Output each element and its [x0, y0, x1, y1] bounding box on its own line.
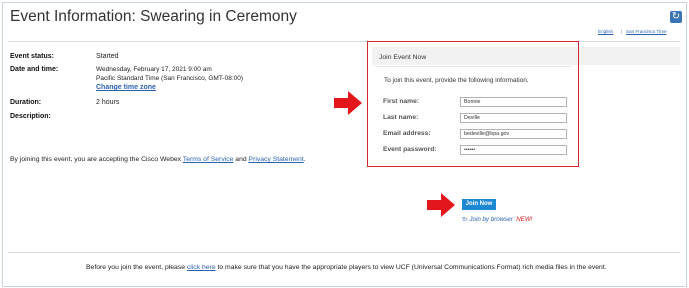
email-field[interactable]: bedeville@bpa.gov [460, 129, 567, 139]
join-now-button[interactable]: Join Now [462, 199, 496, 210]
terms-prefix: By joining this event, you are accepting… [10, 156, 183, 163]
language-link[interactable]: English [598, 29, 613, 34]
header-divider [8, 41, 680, 42]
refresh-icon[interactable]: ↻ [670, 11, 682, 23]
bottom-divider [8, 252, 680, 253]
players-prefix: Before you join the event, please [86, 264, 187, 271]
browser-icon: ≡› [462, 216, 468, 223]
join-panel-title: Join Event Now [379, 54, 427, 61]
page-title: Event Information: Swearing in Ceremony [10, 8, 297, 25]
change-time-zone-link[interactable]: Change time zone [96, 84, 156, 91]
privacy-statement-link[interactable]: Privacy Statement [249, 156, 304, 163]
email-label: Email address: [383, 130, 431, 137]
players-suffix: to make sure that you have the appropria… [215, 264, 607, 271]
first-name-field[interactable]: Bonnie [460, 97, 567, 107]
event-password-field[interactable]: •••••• [460, 145, 567, 155]
first-name-label: First name: [383, 98, 420, 105]
timezone-link[interactable]: San Francisco Time [626, 29, 667, 34]
terms-and: and [233, 156, 249, 163]
join-by-browser-label: Join by browser [469, 216, 513, 223]
click-here-link[interactable]: click here [187, 264, 216, 271]
terms-of-service-link[interactable]: Terms of Service [183, 156, 234, 163]
date-value: Wednesday, February 17, 2021 9:00 am [96, 66, 212, 73]
last-name-label: Last name: [383, 114, 419, 121]
description-label: Description: [10, 113, 51, 120]
duration-label: Duration: [10, 99, 42, 106]
join-by-browser-link[interactable]: ≡› Join by browser NEW! [462, 216, 532, 223]
event-info-frame [2, 2, 687, 287]
event-status-label: Event status: [10, 53, 54, 60]
red-arrow-fields-icon [348, 91, 362, 115]
terms-text: By joining this event, you are accepting… [10, 156, 340, 165]
terms-suffix: . [303, 156, 306, 163]
join-panel-divider [375, 66, 571, 67]
duration-value: 2 hours [96, 99, 120, 106]
new-badge: NEW! [516, 216, 533, 223]
join-panel-description: To join this event, provide the followin… [384, 77, 529, 84]
last-name-field[interactable]: Deville [460, 113, 567, 123]
event-password-label: Event password: [383, 146, 437, 153]
date-time-label: Date and time: [10, 66, 59, 73]
lang-separator: | [621, 29, 623, 34]
timezone-value: Pacific Standard Time (San Francisco, GM… [96, 75, 244, 82]
players-notice: Before you join the event, please click … [86, 264, 646, 273]
event-status-value: Started [96, 53, 119, 60]
join-event-panel: Join Event Now To join this event, provi… [367, 41, 579, 167]
red-arrow-join-icon [441, 193, 455, 217]
